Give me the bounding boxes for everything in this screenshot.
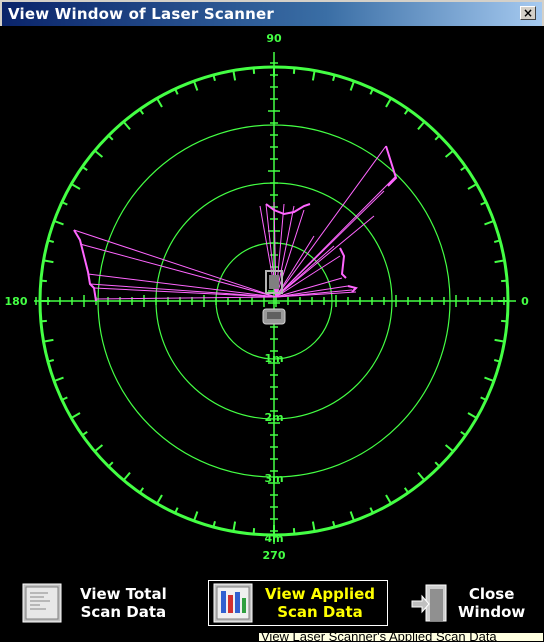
status-tooltip-text: View Laser Scanner's Applied Scan Data xyxy=(261,632,497,642)
ring-tick xyxy=(385,494,392,505)
ring-tick xyxy=(232,521,237,532)
close-window-label: Close Window xyxy=(458,585,526,621)
ring-tick xyxy=(460,165,467,172)
ring-tick xyxy=(94,444,104,453)
view-total-scan-label: View Total Scan Data xyxy=(80,585,167,621)
ring-tick xyxy=(40,319,47,323)
range-label-1m: 1m xyxy=(264,352,283,365)
range-label-2m: 2m xyxy=(264,411,283,424)
scanner-scope: 90 180 0 270 1m 2m 3m 4m xyxy=(4,26,540,568)
ring-tick xyxy=(193,80,199,91)
scan-ray xyxy=(275,291,357,298)
ring-tick xyxy=(444,149,454,158)
ring-tick xyxy=(480,396,487,401)
scan-ray xyxy=(275,145,387,298)
ring-tick xyxy=(107,134,114,141)
ring-tick xyxy=(501,279,508,283)
ring-tick xyxy=(70,183,81,190)
ring-tick xyxy=(292,528,296,535)
close-icon[interactable]: × xyxy=(520,6,536,20)
ring-tick xyxy=(403,487,410,494)
ring-tick xyxy=(417,471,426,481)
door-exit-icon xyxy=(411,584,447,622)
ring-tick xyxy=(43,259,54,264)
scan-ray xyxy=(95,296,277,300)
ring-tick xyxy=(43,338,54,343)
ring-tick xyxy=(138,487,145,494)
scan-outline xyxy=(339,247,347,279)
ring-tick xyxy=(81,165,88,172)
ring-tick xyxy=(369,88,374,95)
close-window-button[interactable]: Close Window xyxy=(410,580,534,626)
ring-tick xyxy=(311,70,316,81)
ring-tick xyxy=(501,319,508,323)
range-label-3m: 3m xyxy=(264,472,283,485)
ring-tick xyxy=(467,183,478,190)
ring-tick xyxy=(494,338,505,343)
ring-tick xyxy=(434,461,441,468)
ring-tick xyxy=(349,80,355,91)
scan-outline xyxy=(73,229,97,302)
ring-tick xyxy=(53,376,64,382)
ring-tick xyxy=(70,412,81,419)
window-title: View Window of Laser Scanner xyxy=(8,5,275,23)
ring-tick xyxy=(444,444,454,453)
ring-tick xyxy=(403,108,410,115)
ring-tick xyxy=(193,511,199,522)
ring-tick xyxy=(174,88,179,95)
ring-tick xyxy=(369,507,374,514)
ring-tick xyxy=(107,461,114,468)
scan-outline xyxy=(347,285,358,293)
scan-ray xyxy=(73,229,277,298)
ring-tick xyxy=(385,97,392,108)
ring-tick xyxy=(174,507,179,514)
ring-tick xyxy=(467,412,478,419)
view-applied-scan-label: View Applied Scan Data xyxy=(265,585,376,621)
ring-tick xyxy=(417,121,426,131)
ring-tick xyxy=(61,201,68,206)
document-icon xyxy=(22,583,62,623)
ring-tick xyxy=(252,67,256,74)
ring-tick xyxy=(480,201,487,206)
chart-document-icon xyxy=(213,583,253,623)
ring-tick xyxy=(460,430,467,437)
ring-tick xyxy=(232,70,237,81)
ring-tick xyxy=(156,494,163,505)
ring-tick xyxy=(61,396,68,401)
status-tooltip: View Laser Scanner's Applied Scan Data xyxy=(258,632,544,642)
ring-tick xyxy=(484,220,495,226)
ring-tick xyxy=(94,149,104,158)
angle-label-270: 270 xyxy=(263,549,286,562)
toolbar: View Total Scan Data View Applied Scan D… xyxy=(0,572,544,632)
title-bar: View Window of Laser Scanner × xyxy=(0,0,544,26)
ring-tick xyxy=(252,528,256,535)
ring-tick xyxy=(434,134,441,141)
scope-svg: 90 180 0 270 1m 2m 3m 4m xyxy=(5,32,530,562)
ring-tick xyxy=(292,67,296,74)
ring-tick xyxy=(53,220,64,226)
ring-tick xyxy=(138,108,145,115)
ring-tick xyxy=(484,376,495,382)
ring-tick xyxy=(311,521,316,532)
angle-label-90: 90 xyxy=(266,32,282,45)
scan-rays xyxy=(73,145,398,302)
ring-tick xyxy=(81,430,88,437)
range-label-4m: 4m xyxy=(264,532,283,545)
ring-tick xyxy=(349,511,355,522)
ring-tick xyxy=(40,279,47,283)
ring-tick xyxy=(122,471,131,481)
angle-label-180: 180 xyxy=(5,295,28,308)
view-applied-scan-button[interactable]: View Applied Scan Data xyxy=(208,580,388,626)
angle-label-0: 0 xyxy=(521,295,529,308)
ring-tick xyxy=(494,259,505,264)
ring-tick xyxy=(122,121,131,131)
view-total-scan-button[interactable]: View Total Scan Data xyxy=(22,580,180,626)
scan-ray xyxy=(275,215,375,298)
ring-tick xyxy=(156,97,163,108)
scan-ray xyxy=(275,255,341,298)
